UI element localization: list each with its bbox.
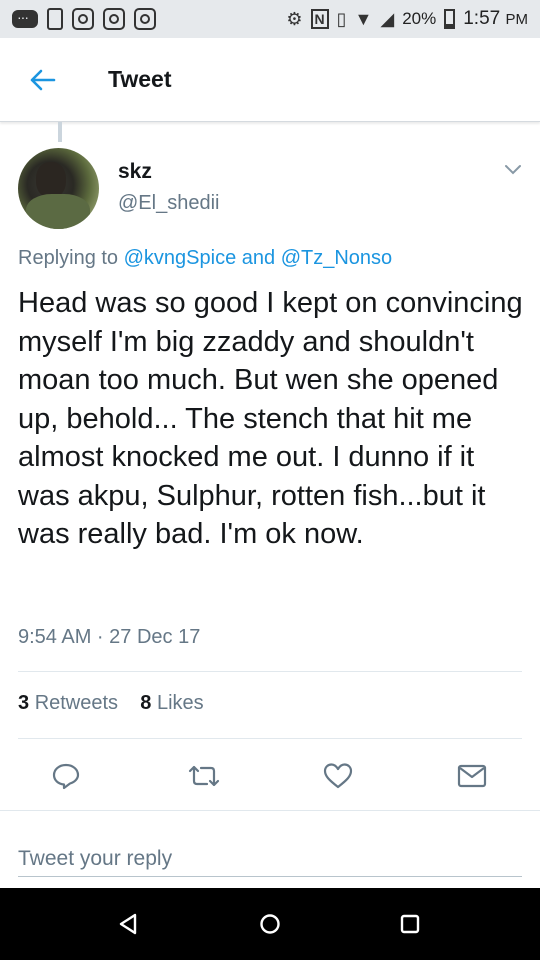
- nav-home-button[interactable]: [254, 908, 286, 940]
- system-navigation-bar: [0, 888, 540, 960]
- vibrate-icon: ▯: [336, 8, 347, 29]
- back-button[interactable]: [12, 50, 72, 110]
- reply-mention-kvngspice[interactable]: @kvngSpice: [124, 247, 237, 269]
- phone-notification-icon: [47, 8, 63, 30]
- direct-message-icon: [457, 764, 487, 788]
- nav-back-icon: [119, 913, 137, 935]
- replying-prefix: Replying to: [18, 247, 124, 269]
- reply-button[interactable]: [48, 758, 84, 794]
- clock-time: 1:57: [463, 8, 501, 29]
- status-bar: ⚙ N ▯ ▼ ◢ 20% 1:57 PM: [0, 0, 540, 38]
- author-name[interactable]: skz: [118, 160, 152, 184]
- replying-to: Replying to @kvngSpice and @Tz_Nonso: [18, 247, 392, 270]
- reply-and-label[interactable]: and: [236, 247, 280, 269]
- like-button[interactable]: [320, 758, 356, 794]
- nfc-icon: N: [310, 9, 329, 29]
- messages-notification-icon: [12, 9, 38, 28]
- nav-back-button[interactable]: [112, 908, 144, 940]
- instagram-notification-icon: [103, 8, 125, 30]
- clock-suffix: PM: [505, 11, 529, 28]
- retweet-icon: [188, 765, 220, 787]
- nav-home-icon: [260, 914, 280, 934]
- author-handle[interactable]: @El_shedii: [118, 192, 219, 215]
- likes-stat[interactable]: 8 Likes: [140, 692, 203, 714]
- reply-composer: [0, 810, 540, 888]
- battery-icon: [444, 9, 456, 29]
- cell-signal-icon: ◢: [380, 8, 395, 29]
- wifi-icon: ▼: [354, 8, 373, 29]
- divider: [18, 671, 522, 672]
- tweet-actions: [0, 754, 540, 798]
- retweet-button[interactable]: [186, 758, 222, 794]
- tweet-timestamp: 9:54 AM · 27 Dec 17: [18, 626, 201, 648]
- like-icon: [323, 763, 353, 789]
- reply-input[interactable]: [18, 841, 522, 877]
- nav-recents-icon: [400, 914, 420, 934]
- reply-icon: [52, 763, 80, 790]
- nav-recents-button[interactable]: [394, 908, 426, 940]
- notification-icons: [12, 8, 156, 30]
- retweets-label: Retweets: [34, 692, 119, 714]
- tweet-stats: 3 Retweets 8 Likes: [18, 692, 204, 715]
- reply-mention-tz-nonso[interactable]: @Tz_Nonso: [281, 247, 392, 269]
- clock: 1:57 PM: [463, 8, 528, 30]
- likes-count: 8: [140, 692, 152, 714]
- direct-message-button[interactable]: [454, 758, 490, 794]
- retweets-count: 3: [18, 692, 30, 714]
- instagram-notification-icon: [72, 8, 94, 30]
- divider: [18, 738, 522, 739]
- thread-connector-line: [58, 122, 62, 142]
- likes-label: Likes: [156, 692, 204, 714]
- instagram-notification-icon: [134, 8, 156, 30]
- author-avatar[interactable]: [18, 148, 99, 229]
- system-icons: ⚙ N ▯ ▼ ◢ 20% 1:57 PM: [286, 8, 528, 30]
- back-arrow-icon: [30, 69, 56, 90]
- page-title: Tweet: [108, 66, 172, 92]
- alarm-icon: ⚙: [286, 8, 303, 29]
- app-header: Tweet: [0, 38, 540, 122]
- retweets-stat[interactable]: 3 Retweets: [18, 692, 118, 714]
- tweet-text: Head was so good I kept on convincing my…: [18, 287, 523, 550]
- battery-percent: 20%: [402, 9, 437, 28]
- chevron-down-icon: [505, 165, 521, 175]
- tweet-menu-button[interactable]: [501, 160, 525, 180]
